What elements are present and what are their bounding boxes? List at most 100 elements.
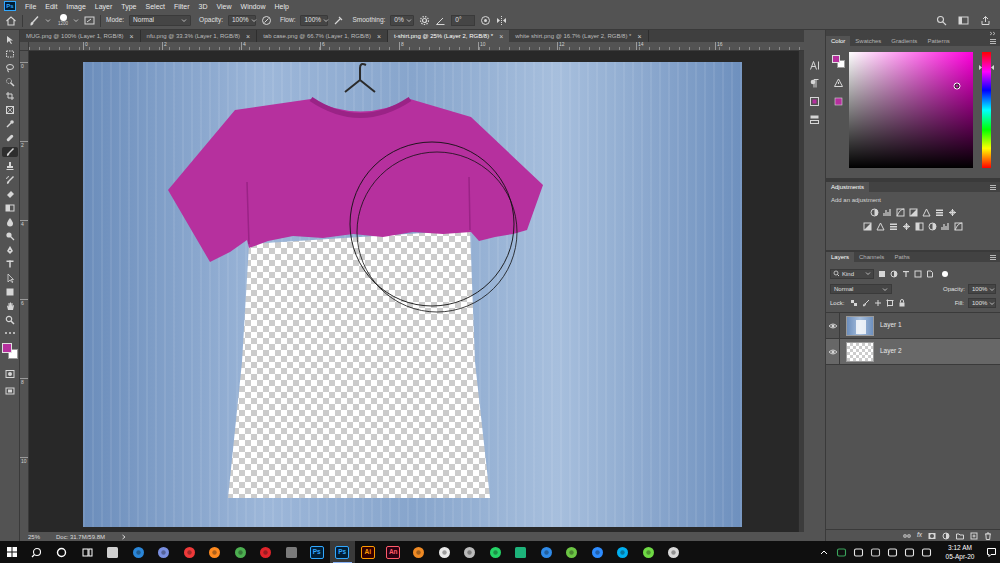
search-icon[interactable] <box>936 15 947 26</box>
canvas-area[interactable] <box>29 51 798 532</box>
tray-icon[interactable] <box>870 547 881 558</box>
panel-tab[interactable]: Color <box>826 36 850 46</box>
panel-tab[interactable]: Channels <box>854 252 889 262</box>
panel-tab[interactable]: Patterns <box>922 36 954 46</box>
tool-button[interactable] <box>2 287 18 297</box>
panel-menu-icon[interactable] <box>989 38 997 45</box>
document-tab[interactable]: t-shirt.png @ 25% (Layer 2, RGB/8) *× <box>388 30 509 42</box>
tool-button[interactable] <box>2 49 18 59</box>
adjustment-icon[interactable] <box>870 208 879 217</box>
trash-icon[interactable] <box>984 532 992 540</box>
document-tab[interactable]: MUG.png @ 100% (Layer 1, RGB/8)× <box>20 30 141 42</box>
taskbar-app[interactable] <box>483 541 509 563</box>
quick-mask-icon[interactable] <box>5 369 15 379</box>
collapse-icon[interactable] <box>989 31 996 36</box>
foreground-color[interactable] <box>832 55 840 63</box>
taskbar-app[interactable] <box>151 541 177 563</box>
fill-field[interactable]: 100% <box>968 298 996 308</box>
taskbar-app[interactable]: Ps <box>330 541 356 563</box>
taskbar-app[interactable] <box>457 541 483 563</box>
menu-item[interactable]: Select <box>146 3 165 10</box>
tool-button[interactable] <box>2 301 18 311</box>
layer-filter-icon[interactable] <box>878 270 886 278</box>
tool-button[interactable] <box>2 161 18 171</box>
taskbar-app[interactable] <box>508 541 534 563</box>
visibility-toggle[interactable] <box>826 313 840 339</box>
airbrush-icon[interactable] <box>333 15 344 26</box>
color-picker-marker[interactable] <box>953 82 960 89</box>
tool-button[interactable] <box>2 147 18 157</box>
tool-button[interactable] <box>2 273 18 283</box>
layer-filter-icon[interactable] <box>914 270 922 278</box>
tool-button[interactable] <box>2 133 18 143</box>
adjustment-icon[interactable] <box>948 208 957 217</box>
taskbar-app[interactable] <box>406 541 432 563</box>
swatch-panel-icon[interactable] <box>809 96 820 107</box>
taskbar-app[interactable]: Ps <box>304 541 330 563</box>
document-tab[interactable]: tab case.png @ 66.7% (Layer 1, RGB/8)× <box>257 30 388 42</box>
taskbar-app[interactable] <box>636 541 662 563</box>
tray-icon[interactable] <box>853 547 864 558</box>
taskbar-app[interactable]: An <box>381 541 407 563</box>
panel-tab[interactable]: Swatches <box>850 36 886 46</box>
taskbar-app[interactable] <box>432 541 458 563</box>
tray-icon[interactable] <box>904 547 915 558</box>
flow-field[interactable]: 100% <box>300 15 328 26</box>
menu-item[interactable]: 3D <box>199 3 208 10</box>
adjustment-icon[interactable] <box>954 222 963 231</box>
clock[interactable]: 3:12 AM05-Apr-20 <box>938 541 982 563</box>
menu-item[interactable]: Window <box>241 3 266 10</box>
tray-icon[interactable] <box>836 547 847 558</box>
tool-button[interactable] <box>2 91 18 101</box>
more-tools-icon[interactable] <box>4 331 16 335</box>
lock-option-icon[interactable] <box>898 299 906 307</box>
app-logo[interactable]: Ps <box>4 1 16 11</box>
adjustment-icon[interactable] <box>909 208 918 217</box>
layer-row[interactable]: Layer 2 <box>826 339 1000 365</box>
menu-item[interactable]: Help <box>274 3 288 10</box>
paragraph-panel-icon[interactable] <box>809 78 820 89</box>
tab-close-button[interactable]: × <box>499 33 503 40</box>
panel-tab[interactable]: Adjustments <box>826 182 869 192</box>
hue-marker-icon[interactable] <box>979 65 994 70</box>
pressure-opacity-icon[interactable] <box>261 15 272 26</box>
tab-close-button[interactable]: × <box>377 33 381 40</box>
menu-item[interactable]: Type <box>121 3 136 10</box>
visibility-toggle[interactable] <box>826 339 840 365</box>
tool-button[interactable] <box>2 105 18 115</box>
layer-row[interactable]: Layer 1 <box>826 313 1000 339</box>
color-swatches[interactable] <box>832 55 845 68</box>
tool-button[interactable] <box>2 189 18 199</box>
menu-item[interactable]: File <box>25 3 36 10</box>
adjustment-icon[interactable] <box>935 208 944 217</box>
menu-item[interactable]: Layer <box>95 3 113 10</box>
adjustment-icon[interactable] <box>902 222 911 231</box>
angle-field[interactable]: 0° <box>451 15 475 26</box>
taskbar-app[interactable] <box>559 541 585 563</box>
brush-preset[interactable]: 1200 <box>58 14 68 27</box>
panel-tab[interactable]: Paths <box>889 252 914 262</box>
tool-button[interactable] <box>2 35 18 45</box>
tab-close-button[interactable]: × <box>246 33 250 40</box>
tool-button[interactable] <box>2 245 18 255</box>
taskbar-app[interactable] <box>661 541 687 563</box>
lock-option-icon[interactable] <box>886 299 894 307</box>
adjustment-icon[interactable] <box>941 222 950 231</box>
layer-name[interactable]: Layer 1 <box>880 322 902 329</box>
color-field[interactable] <box>849 52 973 168</box>
tray-icon[interactable] <box>921 547 932 558</box>
adjustment-icon[interactable] <box>915 222 924 231</box>
menu-item[interactable]: Filter <box>174 3 190 10</box>
tool-button[interactable] <box>2 119 18 129</box>
taskbar-app[interactable] <box>228 541 254 563</box>
show-hidden-icons-icon[interactable] <box>820 549 828 556</box>
task-view-button[interactable] <box>74 541 100 563</box>
zoom-level[interactable]: 25% <box>28 534 40 540</box>
search-button[interactable] <box>24 541 48 563</box>
adjustment-icon[interactable] <box>922 208 931 217</box>
foreground-color[interactable] <box>2 343 12 353</box>
document-tab[interactable]: nfu.png @ 33.3% (Layer 1, RGB/8)× <box>141 30 258 42</box>
tool-button[interactable] <box>2 203 18 213</box>
mask-icon[interactable] <box>928 532 936 540</box>
tool-button[interactable] <box>2 231 18 241</box>
